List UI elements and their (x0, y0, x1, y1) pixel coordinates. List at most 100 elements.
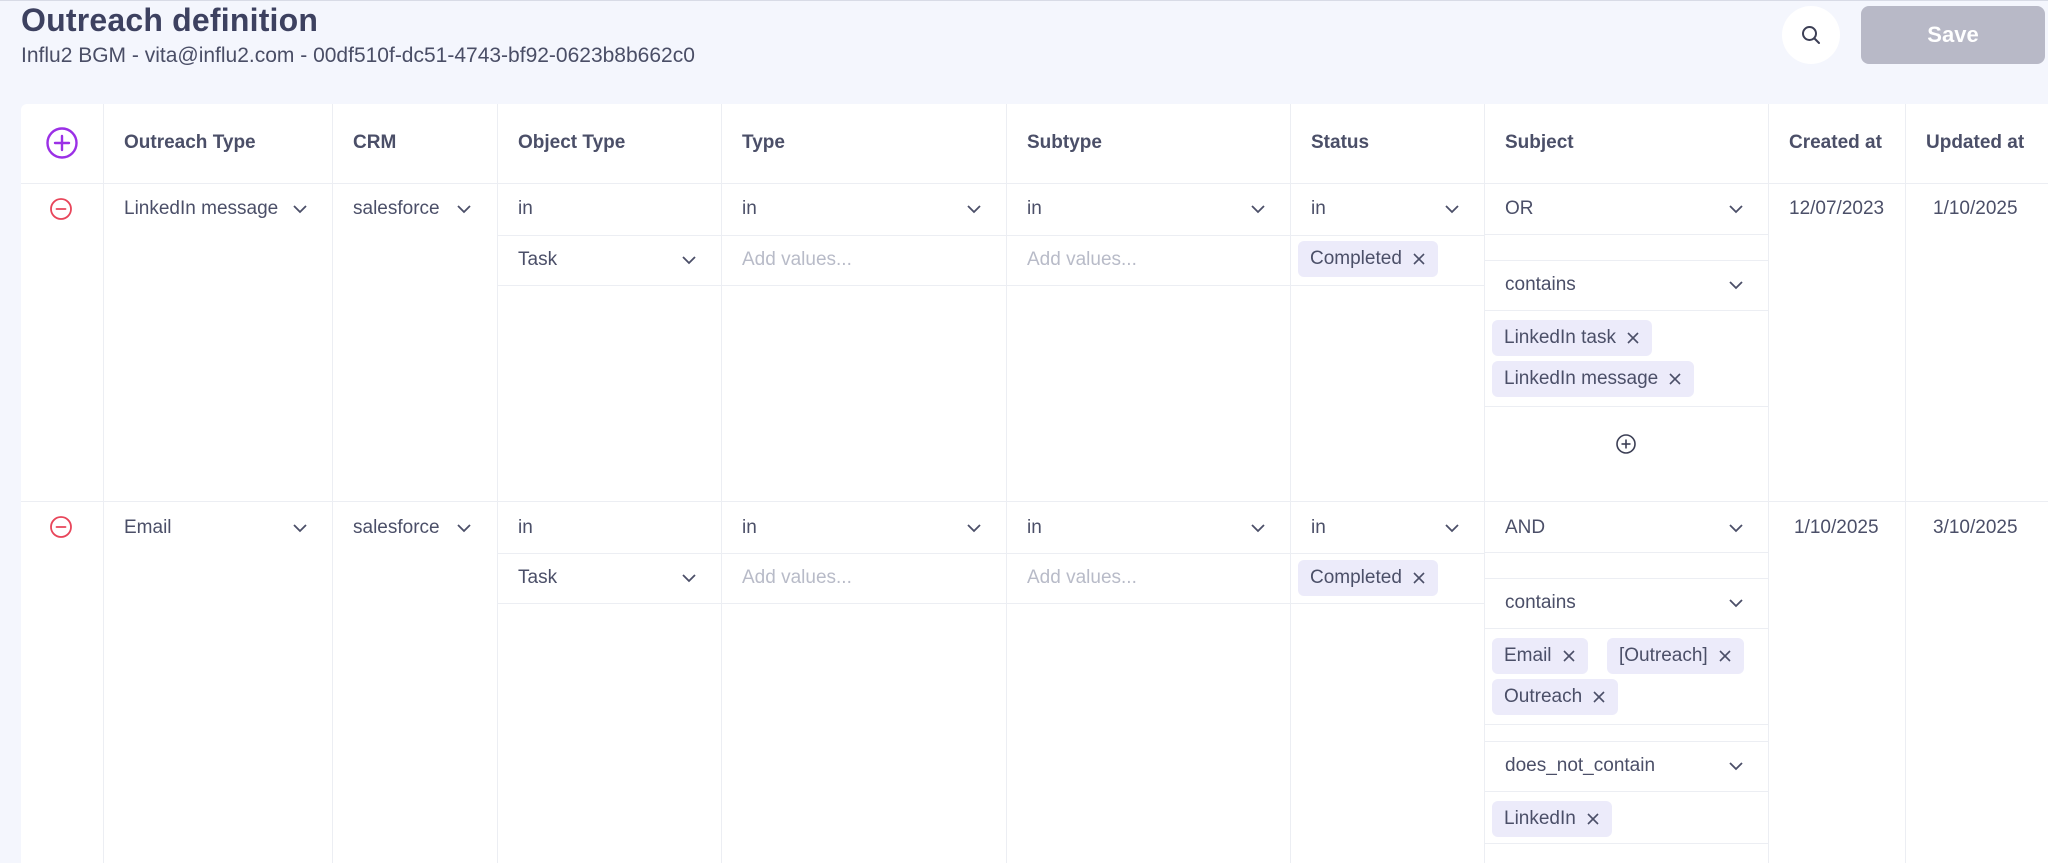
chevron-down-icon[interactable] (291, 522, 309, 534)
chevron-down-icon[interactable] (680, 572, 698, 584)
created-at-value: 1/10/2025 (1794, 517, 1879, 538)
chip-label: LinkedIn (1504, 808, 1576, 829)
type-operator-select[interactable]: in (742, 198, 757, 220)
chip-label: [Outreach] (1619, 645, 1708, 666)
chip-remove-icon[interactable] (1412, 252, 1426, 266)
chip-remove-icon[interactable] (1626, 331, 1640, 345)
type-values-input[interactable]: Add values... (742, 567, 852, 589)
add-condition-icon[interactable] (1615, 433, 1637, 455)
chip-remove-icon[interactable] (1718, 649, 1732, 663)
subject-value-chip: LinkedIn (1492, 801, 1612, 837)
sub-divider (1484, 724, 1768, 725)
chevron-down-icon[interactable] (1443, 522, 1461, 534)
sub-divider (497, 235, 1484, 236)
outreach-type-select[interactable]: Email (124, 517, 172, 539)
chevron-down-icon[interactable] (680, 254, 698, 266)
column-header-crm: CRM (353, 132, 397, 153)
object-type-operator[interactable]: in (518, 517, 533, 539)
chevron-down-icon[interactable] (1727, 760, 1745, 772)
updated-at-value: 3/10/2025 (1933, 517, 2018, 538)
sub-divider (1484, 310, 1768, 311)
column-divider (1290, 104, 1291, 863)
subject-value-chip: [Outreach] (1607, 638, 1744, 674)
subject-logic-select[interactable]: OR (1505, 198, 1534, 220)
chevron-down-icon[interactable] (455, 203, 473, 215)
subject-condition-operator[interactable]: contains (1505, 274, 1576, 296)
sub-divider (1484, 578, 1768, 579)
chip-label: Completed (1310, 248, 1402, 269)
page-subtitle: Influ2 BGM - vita@influ2.com - 00df510f-… (21, 44, 695, 67)
chevron-down-icon[interactable] (965, 522, 983, 534)
column-divider (1768, 104, 1769, 863)
chevron-down-icon[interactable] (1727, 279, 1745, 291)
sub-divider (497, 285, 1484, 286)
object-type-select[interactable]: Task (518, 249, 557, 271)
subject-value-chip: Outreach (1492, 679, 1619, 715)
save-button[interactable]: Save (1861, 6, 2045, 64)
column-header-subject: Subject (1505, 132, 1574, 153)
column-divider (1905, 104, 1906, 863)
column-divider (332, 104, 333, 863)
status-chip: Completed (1298, 241, 1438, 277)
chip-remove-icon[interactable] (1562, 649, 1576, 663)
row-divider (21, 501, 2048, 502)
chip-remove-icon[interactable] (1592, 690, 1606, 704)
subject-value-chip: LinkedIn task (1492, 320, 1652, 356)
subject-condition-operator[interactable]: does_not_contain (1505, 755, 1655, 777)
column-divider (497, 104, 498, 863)
subtype-values-input[interactable]: Add values... (1027, 249, 1137, 271)
subtype-operator-select[interactable]: in (1027, 198, 1042, 220)
remove-row-icon[interactable] (48, 196, 74, 222)
sub-divider (1484, 791, 1768, 792)
crm-select[interactable]: salesforce (353, 517, 440, 539)
status-chip: Completed (1298, 560, 1438, 596)
chip-remove-icon[interactable] (1668, 372, 1682, 386)
chevron-down-icon[interactable] (1443, 203, 1461, 215)
column-divider (1484, 104, 1485, 863)
chip-label: Outreach (1504, 686, 1583, 707)
remove-row-icon[interactable] (48, 514, 74, 540)
chip-remove-icon[interactable] (1412, 571, 1426, 585)
status-operator-select[interactable]: in (1311, 198, 1326, 220)
type-operator-select[interactable]: in (742, 517, 757, 539)
subtype-values-input[interactable]: Add values... (1027, 567, 1137, 589)
chevron-down-icon[interactable] (1249, 522, 1267, 534)
chip-label: LinkedIn task (1504, 327, 1616, 348)
column-header-outreach-type: Outreach Type (124, 132, 256, 153)
chevron-down-icon[interactable] (455, 522, 473, 534)
object-type-select[interactable]: Task (518, 567, 557, 589)
column-divider (1006, 104, 1007, 863)
subject-value-chip: LinkedIn message (1492, 361, 1695, 397)
sub-divider (1484, 628, 1768, 629)
type-values-input[interactable]: Add values... (742, 249, 852, 271)
chevron-down-icon[interactable] (1727, 597, 1745, 609)
search-button[interactable] (1782, 6, 1840, 64)
subtype-operator-select[interactable]: in (1027, 517, 1042, 539)
subject-logic-select[interactable]: AND (1505, 517, 1545, 539)
column-header-updated-at: Updated at (1926, 132, 2025, 153)
sub-divider (1484, 234, 1768, 235)
sub-divider (1484, 406, 1768, 407)
page-title: Outreach definition (21, 2, 319, 38)
header-divider (21, 183, 2048, 184)
status-operator-select[interactable]: in (1311, 517, 1326, 539)
search-icon (1802, 26, 1820, 44)
sub-divider (1484, 741, 1768, 742)
sub-divider (1484, 552, 1768, 553)
object-type-operator[interactable]: in (518, 198, 533, 220)
chevron-down-icon[interactable] (1727, 522, 1745, 534)
chevron-down-icon[interactable] (965, 203, 983, 215)
crm-select[interactable]: salesforce (353, 198, 440, 220)
subject-condition-operator[interactable]: contains (1505, 592, 1576, 614)
outreach-type-select[interactable]: LinkedIn message (124, 198, 278, 220)
created-at-value: 12/07/2023 (1789, 198, 1885, 219)
column-header-status: Status (1311, 132, 1370, 153)
sub-divider (1484, 843, 1768, 844)
chevron-down-icon[interactable] (291, 203, 309, 215)
chip-remove-icon[interactable] (1586, 812, 1600, 826)
chip-label: LinkedIn message (1504, 368, 1659, 389)
outreach-table: Outreach Type CRM Object Type Type Subty… (21, 104, 2048, 863)
add-row-icon[interactable] (45, 126, 79, 160)
chevron-down-icon[interactable] (1727, 203, 1745, 215)
chevron-down-icon[interactable] (1249, 203, 1267, 215)
